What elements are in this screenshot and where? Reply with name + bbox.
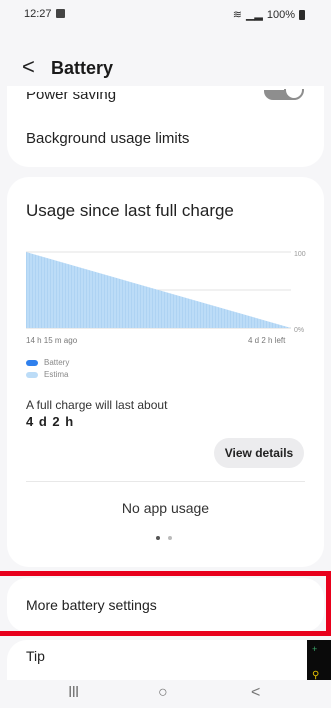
page-indicator-inactive[interactable] (168, 536, 172, 540)
battery-percent: 100% (266, 8, 295, 21)
battery-usage-chart: 100 0% (26, 251, 306, 334)
highlight-line-right (326, 571, 331, 636)
plus-icon[interactable]: + (312, 644, 317, 654)
tip-card (7, 640, 324, 680)
home-button[interactable]: ○ (158, 684, 168, 702)
legend-swatch-estimated (26, 371, 38, 378)
legend-item-estimated: Estima (26, 370, 68, 379)
no-app-usage-text: No app usage (121, 500, 210, 516)
full-charge-value: 4 d 2 h (26, 414, 75, 429)
divider (26, 481, 305, 482)
photo-notification-icon (56, 9, 65, 18)
recents-button[interactable]: III (68, 684, 79, 702)
highlight-line-top (0, 571, 331, 576)
app-header (0, 28, 331, 86)
highlight-line-bottom (0, 631, 331, 636)
more-battery-settings-item[interactable]: More battery settings (26, 597, 157, 613)
wifi-icon: ≋ (232, 9, 242, 21)
page-title: Battery (51, 58, 114, 78)
full-charge-label: A full charge will last about (26, 398, 168, 412)
y-tick-100: 100 (294, 251, 306, 258)
x-tick-start: 14 h 15 m ago (26, 336, 78, 345)
signal-icon: ▁▂ (245, 9, 263, 21)
legend-label-estimated: Estima (44, 370, 69, 379)
usage-title: Usage since last full charge (26, 201, 234, 220)
legend-label-battery: Battery (44, 358, 70, 367)
background-usage-limits-item[interactable]: Background usage limits (26, 130, 189, 147)
tip-label: Tip (26, 648, 45, 664)
battery-icon (299, 9, 305, 20)
x-tick-end: 4 d 2 h left (248, 336, 286, 345)
legend-item-battery: Battery (26, 358, 69, 367)
nav-back-button[interactable]: < (251, 684, 260, 702)
y-tick-0: 0% (294, 327, 304, 334)
page-indicator-active[interactable] (156, 536, 160, 540)
status-indicators: ≋ ▁▂ 100% (233, 8, 305, 21)
redaction-box (122, 420, 196, 454)
legend-swatch-battery (26, 359, 38, 366)
back-button[interactable]: < (22, 54, 44, 80)
view-details-button[interactable]: View details (214, 438, 304, 468)
status-time: 12:27 (24, 8, 52, 20)
redaction-box (80, 360, 192, 380)
